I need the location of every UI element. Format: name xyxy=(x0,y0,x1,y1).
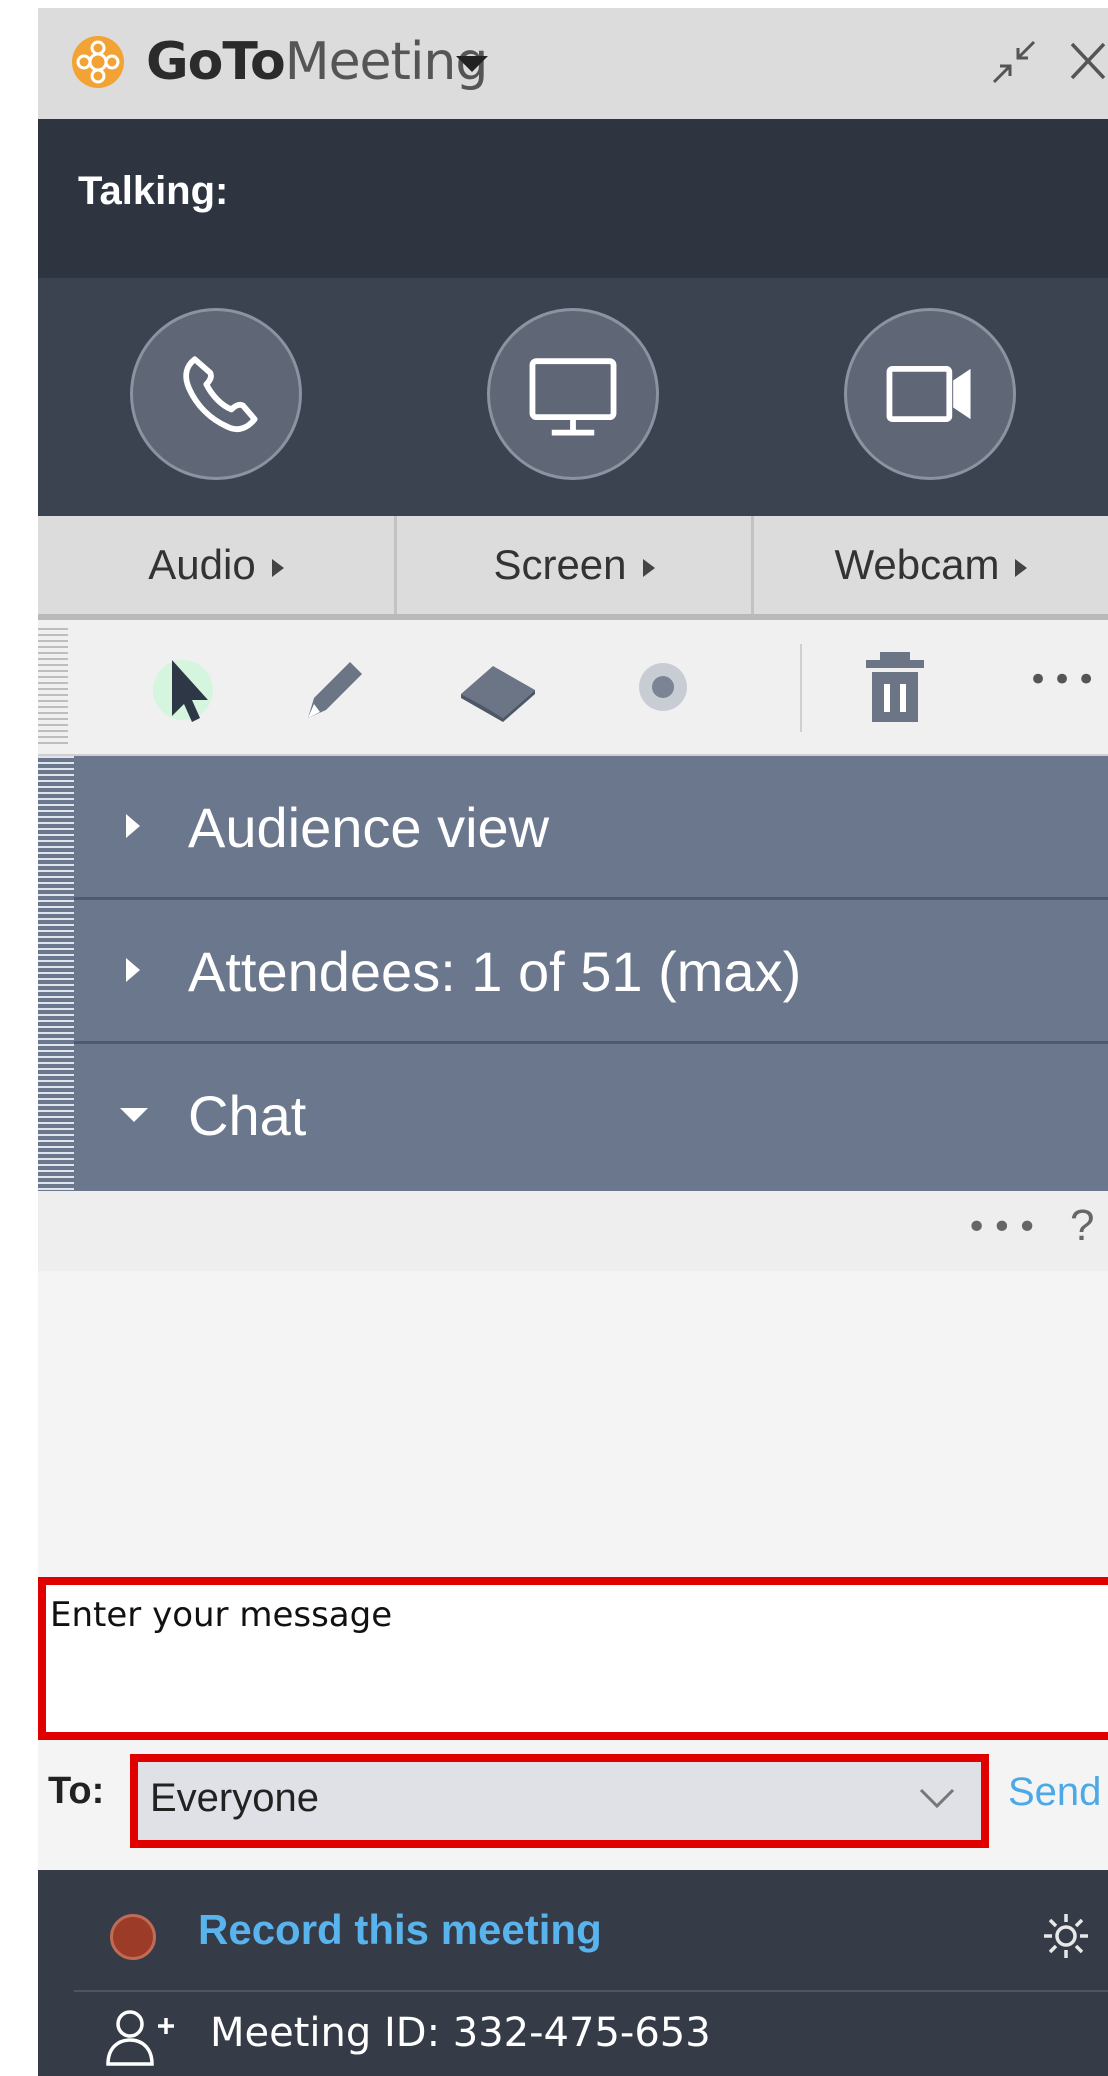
pen-tool[interactable] xyxy=(288,642,378,732)
pen-icon xyxy=(308,662,362,718)
chat-message-input[interactable] xyxy=(38,1577,1108,1740)
chat-log[interactable] xyxy=(38,1271,1108,1577)
chevron-right-icon xyxy=(126,958,140,982)
webcam-icon xyxy=(886,366,971,422)
record-meeting-link[interactable]: Record this meeting xyxy=(198,1906,602,1954)
close-icon[interactable] xyxy=(1068,38,1108,84)
caret-down-icon[interactable] xyxy=(456,56,488,72)
goto-logo-icon xyxy=(72,36,124,88)
chat-options-bar: ••• ? xyxy=(38,1191,1108,1271)
pointer-icon xyxy=(153,660,213,722)
audio-label: Audio xyxy=(148,541,256,588)
section-chat[interactable]: Chat xyxy=(74,1044,1108,1191)
audio-menu[interactable]: Audio xyxy=(38,516,394,614)
webcam-button[interactable] xyxy=(844,308,1016,480)
screen-button[interactable] xyxy=(487,308,659,480)
chevron-right-icon xyxy=(1015,558,1028,577)
eraser-icon xyxy=(461,666,535,722)
chevron-down-icon xyxy=(120,1108,148,1122)
chat-more-button[interactable]: ••• xyxy=(966,1207,1042,1248)
spotlight-tool[interactable] xyxy=(618,642,708,732)
phone-icon xyxy=(183,356,258,433)
sections-grip[interactable] xyxy=(38,756,74,1191)
app-title[interactable]: GoToMeeting xyxy=(146,30,488,94)
trash-icon xyxy=(866,652,924,722)
talking-label: Talking: xyxy=(78,169,229,213)
chat-recipient-row: To: Everyone Send xyxy=(38,1740,1108,1870)
toolbar-grip[interactable] xyxy=(38,628,68,746)
minimize-icon[interactable] xyxy=(988,36,1040,88)
more-tools-button[interactable]: ••• xyxy=(1028,660,1100,700)
clear-drawing-button[interactable] xyxy=(850,642,940,732)
recipient-select[interactable]: Everyone xyxy=(130,1754,989,1848)
chat-help-button[interactable]: ? xyxy=(1070,1201,1094,1251)
audio-button[interactable] xyxy=(130,308,302,480)
chevron-down-icon xyxy=(919,1788,955,1809)
pointer-tool[interactable] xyxy=(138,642,228,732)
more-icon: ••• xyxy=(966,1207,1042,1248)
chevron-right-icon xyxy=(642,558,655,577)
goto-meeting-panel: GoToMeeting Talking: Audio Screen Webcam… xyxy=(38,8,1108,2076)
screen-label: Screen xyxy=(493,541,627,588)
to-label: To: xyxy=(48,1770,105,1812)
footer-bar: Record this meeting Meeting ID: 332-475-… xyxy=(38,1870,1108,2076)
send-button[interactable]: Send xyxy=(1008,1770,1101,1815)
control-buttons xyxy=(38,278,1108,516)
talking-bar: Talking: xyxy=(38,119,1108,278)
section-attendees[interactable]: Attendees: 1 of 51 (max) xyxy=(74,900,1108,1044)
recipient-value: Everyone xyxy=(150,1776,319,1820)
section-label: Attendees: 1 of 51 (max) xyxy=(188,940,802,1003)
title-bar: GoToMeeting xyxy=(38,8,1108,119)
footer-divider xyxy=(74,1990,1108,1992)
section-label: Chat xyxy=(188,1084,307,1147)
toolbar-divider xyxy=(800,644,802,732)
webcam-menu[interactable]: Webcam xyxy=(754,516,1108,614)
help-icon: ? xyxy=(1070,1201,1095,1250)
screen-menu[interactable]: Screen xyxy=(397,516,751,614)
webcam-label: Webcam xyxy=(834,541,1000,588)
add-user-icon[interactable] xyxy=(102,2004,176,2068)
section-audience-view[interactable]: Audience view xyxy=(74,756,1108,900)
gear-icon[interactable] xyxy=(1038,1908,1094,1964)
chevron-right-icon xyxy=(271,558,284,577)
meeting-id: Meeting ID: 332-475-653 xyxy=(210,2010,711,2056)
section-label: Audience view xyxy=(188,796,550,859)
panel-sections: Audience view Attendees: 1 of 51 (max) C… xyxy=(38,756,1108,1191)
chevron-right-icon xyxy=(126,814,140,838)
control-labels: Audio Screen Webcam xyxy=(38,516,1108,620)
brand-bold: GoTo xyxy=(146,32,286,92)
drawing-toolbar: ••• xyxy=(38,620,1108,756)
record-icon[interactable] xyxy=(110,1914,156,1960)
spotlight-icon xyxy=(639,663,687,711)
more-icon: ••• xyxy=(1028,660,1101,700)
eraser-tool[interactable] xyxy=(453,642,543,732)
monitor-icon xyxy=(529,358,617,436)
